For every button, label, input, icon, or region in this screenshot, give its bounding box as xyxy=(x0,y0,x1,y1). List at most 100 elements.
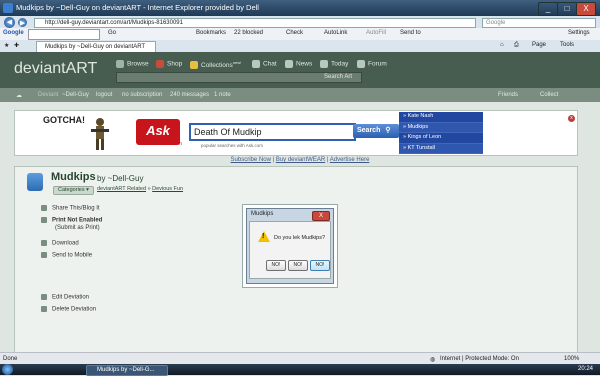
delete-deviation-action[interactable]: Delete Deviation xyxy=(41,306,96,313)
start-button[interactable] xyxy=(2,364,13,375)
share-label: Share This/Blog It xyxy=(52,205,100,212)
deviation-image[interactable]: Mudkips X ! Do you lek Mudkips? NO! NO! … xyxy=(242,204,338,288)
subscription-link[interactable]: no subscription xyxy=(122,92,162,98)
user-avatar-icon[interactable]: ☁ xyxy=(16,92,22,99)
ask-com-label: .com xyxy=(171,141,182,147)
download-icon xyxy=(41,240,47,246)
favorites-star-icon[interactable]: ★ xyxy=(4,42,9,49)
advertise-here-link[interactable]: Advertise Here xyxy=(330,157,370,163)
trending-item[interactable]: » KT Tunstall xyxy=(399,143,483,154)
ask-search-input[interactable]: Death Of Mudkip xyxy=(189,123,356,141)
categories-button[interactable]: Categories ▾ xyxy=(53,186,94,195)
dialog-close-button: X xyxy=(312,211,330,221)
deviant-label: Deviant xyxy=(38,92,59,98)
page-menu[interactable]: Page xyxy=(532,42,546,48)
share-icon xyxy=(41,205,47,211)
new-badge: new! xyxy=(232,60,242,65)
send-to-mobile-action[interactable]: Send to Mobile xyxy=(41,252,92,259)
print-icon[interactable]: ⎙ xyxy=(514,42,519,49)
taskbar-item[interactable]: Mudkips by ~Dell-G... xyxy=(86,365,168,376)
chat-icon xyxy=(252,60,260,68)
path-separator: » xyxy=(147,186,151,192)
nav-forum[interactable]: Forum xyxy=(357,60,387,68)
username-link[interactable]: ~Dell-Guy xyxy=(62,92,89,98)
nav-collections-label: Collections xyxy=(201,62,233,70)
buy-deviantwear-link[interactable]: Buy deviantWEAR xyxy=(276,157,325,163)
trending-item[interactable]: » Kate Nash xyxy=(399,112,483,123)
tools-menu[interactable]: Tools xyxy=(560,42,574,48)
back-button[interactable]: ◀ xyxy=(4,17,15,28)
notes-link[interactable]: 1 note xyxy=(214,92,231,98)
edit-deviation-action[interactable]: Edit Deviation xyxy=(41,294,89,301)
warning-icon: ! xyxy=(258,231,270,242)
autofill-button[interactable]: AutoFill xyxy=(366,30,386,36)
nav-chat[interactable]: Chat xyxy=(252,60,277,68)
ad-close-button[interactable]: x xyxy=(568,115,575,122)
deviantart-logo[interactable]: deviantART xyxy=(14,60,97,78)
maximize-button[interactable]: □ xyxy=(557,2,577,16)
clock[interactable]: 20:24 xyxy=(578,366,593,372)
deviation-thumbnail-icon[interactable] xyxy=(27,173,43,191)
nav-shop[interactable]: Shop xyxy=(156,60,182,68)
dialog-button: NO! xyxy=(288,260,308,271)
go-button[interactable]: Go xyxy=(108,30,116,36)
ask-search-button[interactable]: Search ⚲ xyxy=(353,124,399,138)
send-to-mobile-label: Send to Mobile xyxy=(52,252,93,259)
edit-icon xyxy=(41,294,47,300)
ad-banner: GOTCHA! Ask .com Death Of Mudkip Search … xyxy=(14,110,578,156)
window-title-bar: Mudkips by ~Dell-Guy on deviantART - Int… xyxy=(0,0,600,16)
url-field[interactable]: http://dell-guy.deviantart.com/art/Mudki… xyxy=(34,18,476,28)
home-icon[interactable]: ⌂ xyxy=(500,42,504,48)
nav-today[interactable]: Today xyxy=(320,60,348,68)
forum-icon xyxy=(357,60,365,68)
nav-today-label: Today xyxy=(331,60,349,68)
messages-link[interactable]: 240 messages xyxy=(170,92,209,98)
autolink-button[interactable]: AutoLink xyxy=(324,30,347,36)
nav-chat-label: Chat xyxy=(263,60,277,68)
trending-item[interactable]: » Kings of Leon xyxy=(399,133,483,144)
send-to-button[interactable]: Send to xyxy=(400,30,421,36)
dialog-button-default: NO! xyxy=(310,260,330,271)
forward-button[interactable]: ▶ xyxy=(18,18,27,27)
share-action[interactable]: Share This/Blog It xyxy=(41,205,100,212)
friends-link[interactable]: Friends xyxy=(498,92,518,98)
soldier-image xyxy=(91,118,109,150)
nav-news[interactable]: News xyxy=(285,60,312,68)
collect-link[interactable]: Collect xyxy=(540,92,558,98)
dialog-window: Mudkips X ! Do you lek Mudkips? NO! NO! … xyxy=(246,208,334,284)
news-icon xyxy=(285,60,293,68)
bookmarks-button[interactable]: Bookmarks xyxy=(196,30,226,36)
print-label: Print Not Enabled xyxy=(52,217,103,224)
submit-as-print-link[interactable]: (Submit as Print) xyxy=(55,225,100,231)
google-search-input[interactable] xyxy=(28,29,100,40)
check-button[interactable]: Check xyxy=(286,30,303,36)
search-art-button[interactable]: Search Art xyxy=(318,73,358,81)
download-action[interactable]: Download xyxy=(41,240,79,247)
deviantart-header: deviantART Browse Shop Collectionsnew! C… xyxy=(0,52,600,88)
search-input[interactable]: Google xyxy=(482,18,596,28)
tab-active[interactable]: Mudkips by ~Dell-Guy on deviantART xyxy=(36,41,156,52)
nav-collections[interactable]: Collectionsnew! xyxy=(190,60,242,70)
subscribe-now-link[interactable]: Subscribe Now xyxy=(231,157,271,163)
security-zone[interactable]: Internet | Protected Mode: On xyxy=(440,356,519,362)
minimize-button[interactable]: _ xyxy=(538,2,558,16)
edit-deviation-label: Edit Deviation xyxy=(52,294,90,301)
nav-browse[interactable]: Browse xyxy=(116,60,149,68)
zoom-level[interactable]: 100% xyxy=(564,356,579,362)
browse-icon xyxy=(116,60,124,68)
logout-link[interactable]: logout xyxy=(96,92,112,98)
download-label: Download xyxy=(52,240,79,247)
nav-news-label: News xyxy=(296,60,313,68)
popup-blocked-indicator[interactable]: 22 blocked xyxy=(234,30,263,36)
category-link[interactable]: deviantART Related xyxy=(97,186,146,192)
tab-bar: ★ ✚ Mudkips by ~Dell-Guy on deviantART ⌂… xyxy=(0,40,600,52)
category-link[interactable]: Devious Fun xyxy=(152,186,183,192)
add-favorites-icon[interactable]: ✚ xyxy=(14,42,19,49)
dialog-title: Mudkips xyxy=(251,211,274,217)
settings-button[interactable]: Settings xyxy=(568,30,590,36)
magnifier-icon: ⚲ xyxy=(385,127,391,134)
close-button[interactable]: X xyxy=(576,2,596,16)
trending-item[interactable]: » Mudkips xyxy=(399,122,483,133)
deviation-author[interactable]: by ~Dell-Guy xyxy=(97,174,143,183)
dialog-message: Do you lek Mudkips? xyxy=(274,235,326,241)
